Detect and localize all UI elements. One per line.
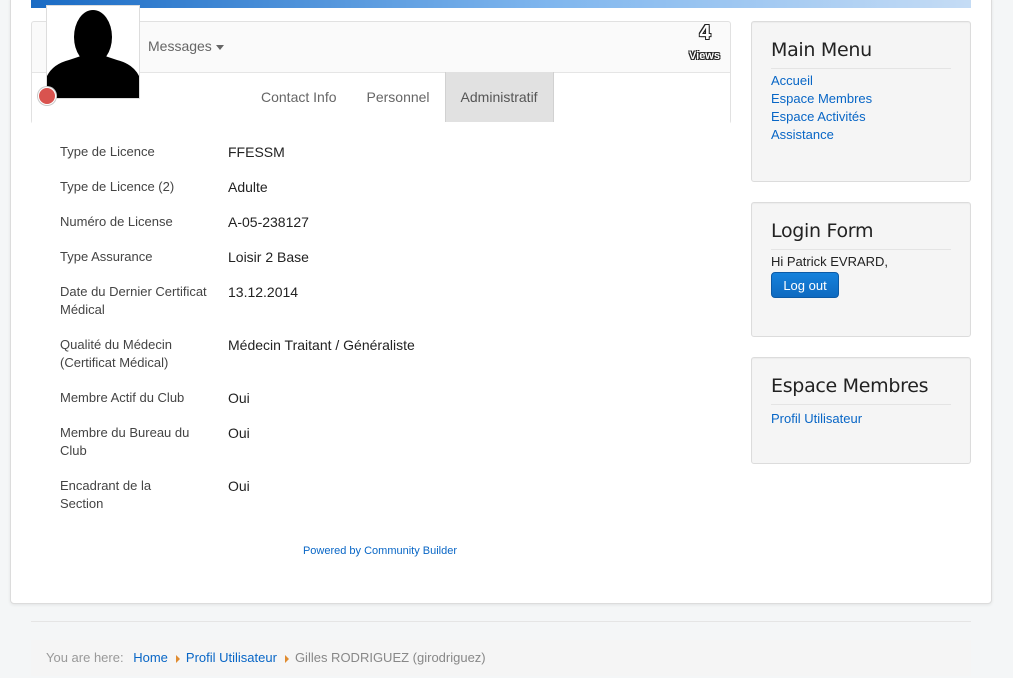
logout-button[interactable]: Log out bbox=[771, 272, 839, 298]
breadcrumb-current: Gilles RODRIGUEZ (girodriguez) bbox=[294, 650, 486, 665]
field-label: Type Assurance bbox=[60, 249, 153, 264]
messages-label: Messages bbox=[148, 38, 212, 54]
field-value: Oui bbox=[228, 478, 250, 494]
main-menu-list: Accueil Espace Membres Espace Activités … bbox=[771, 72, 872, 144]
top-accent-bar bbox=[31, 0, 971, 8]
offline-status-icon bbox=[38, 87, 56, 105]
field-label: Date du Dernier Certificat Médical bbox=[60, 284, 207, 317]
views-label: Views bbox=[689, 50, 720, 62]
espace-membres-title: Espace Membres bbox=[771, 375, 951, 405]
main-menu-title: Main Menu bbox=[771, 39, 951, 69]
tab-personnel[interactable]: Personnel bbox=[352, 72, 445, 122]
menu-link-espace-activites[interactable]: Espace Activités bbox=[771, 109, 866, 124]
field-value: FFESSM bbox=[228, 144, 285, 160]
field-label: Encadrant de la Section bbox=[60, 478, 152, 511]
field-label: Type de Licence (2) bbox=[60, 179, 175, 194]
breadcrumb-home-link[interactable]: Home bbox=[133, 650, 168, 665]
field-value: Oui bbox=[228, 390, 250, 406]
field-row: Type de Licence FFESSM bbox=[60, 143, 720, 161]
menu-link-profil-utilisateur[interactable]: Profil Utilisateur bbox=[771, 411, 862, 426]
avatar[interactable] bbox=[46, 5, 140, 99]
field-row: Numéro de License A-05-238127 bbox=[60, 213, 720, 231]
field-row: Type de Licence (2) Adulte bbox=[60, 178, 720, 196]
default-avatar-silhouette-icon bbox=[47, 6, 139, 98]
menu-item: Profil Utilisateur bbox=[771, 410, 862, 428]
breadcrumb-arrow-icon bbox=[175, 654, 180, 663]
menu-link-espace-membres[interactable]: Espace Membres bbox=[771, 91, 872, 106]
main-menu-module: Main Menu Accueil Espace Membres Espace … bbox=[751, 21, 971, 182]
menu-item: Espace Activités bbox=[771, 108, 872, 126]
espace-membres-module: Espace Membres Profil Utilisateur bbox=[751, 357, 971, 464]
tab-contact-info[interactable]: Contact Info bbox=[246, 72, 352, 122]
field-value: A-05-238127 bbox=[228, 214, 309, 230]
field-label: Membre du Bureau du Club bbox=[60, 425, 190, 458]
breadcrumb: You are here: Home Profil Utilisateur Gill… bbox=[31, 640, 971, 676]
espace-membres-list: Profil Utilisateur bbox=[771, 410, 862, 428]
menu-link-accueil[interactable]: Accueil bbox=[771, 73, 813, 88]
field-row: Date du Dernier Certificat Médical 13.12… bbox=[60, 283, 720, 319]
field-row: Membre du Bureau du Club Oui bbox=[60, 424, 720, 460]
menu-link-assistance[interactable]: Assistance bbox=[771, 127, 834, 142]
field-value: Oui bbox=[228, 425, 250, 441]
field-value: 13.12.2014 bbox=[228, 284, 299, 300]
messages-dropdown[interactable]: Messages bbox=[148, 38, 224, 54]
powered-by-link[interactable]: Powered by Community Builder bbox=[0, 545, 760, 557]
field-row: Encadrant de la Section Oui bbox=[60, 477, 720, 513]
views-count: 4 bbox=[699, 22, 711, 44]
field-value: Loisir 2 Base bbox=[228, 249, 309, 265]
field-label: Membre Actif du Club bbox=[60, 390, 185, 405]
tab-administratif[interactable]: Administratif bbox=[444, 72, 554, 122]
field-row: Membre Actif du Club Oui bbox=[60, 389, 720, 407]
field-label: Type de Licence bbox=[60, 144, 155, 159]
menu-item: Accueil bbox=[771, 72, 872, 90]
login-form-title: Login Form bbox=[771, 220, 951, 250]
field-label: Qualité du Médecin (Certificat Médical) bbox=[60, 337, 173, 370]
login-greeting: Hi Patrick EVRARD, bbox=[771, 254, 889, 269]
field-value: Adulte bbox=[228, 179, 268, 195]
field-label: Numéro de License bbox=[60, 214, 173, 229]
menu-item: Assistance bbox=[771, 126, 872, 144]
login-form-module: Login Form Hi Patrick EVRARD, Log out bbox=[751, 202, 971, 337]
breadcrumb-separator-line bbox=[31, 621, 971, 622]
field-row: Qualité du Médecin (Certificat Médical) … bbox=[60, 336, 720, 372]
breadcrumb-label: You are here: bbox=[46, 650, 124, 665]
field-row: Type Assurance Loisir 2 Base bbox=[60, 248, 720, 266]
field-value: Médecin Traitant / Généraliste bbox=[228, 337, 415, 353]
caret-down-icon bbox=[215, 44, 224, 50]
breadcrumb-profil-link[interactable]: Profil Utilisateur bbox=[186, 650, 277, 665]
menu-item: Espace Membres bbox=[771, 90, 872, 108]
breadcrumb-arrow-icon bbox=[284, 654, 289, 663]
profile-tabs: Contact Info Personnel Administratif bbox=[246, 72, 554, 122]
administratif-fields: Type de Licence FFESSM Type de Licence (… bbox=[60, 143, 720, 530]
